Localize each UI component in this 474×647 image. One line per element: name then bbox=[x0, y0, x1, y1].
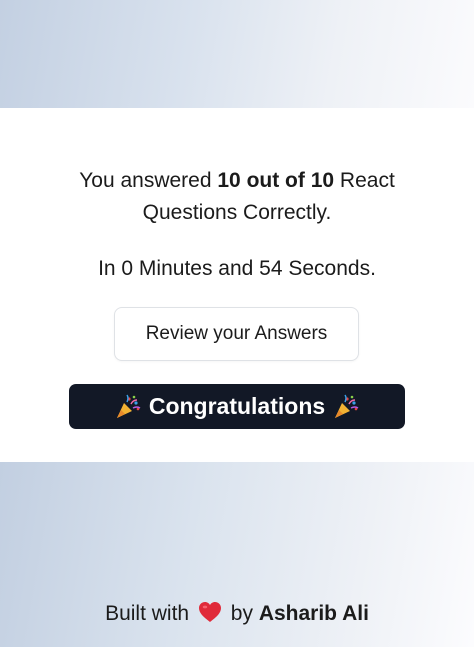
review-answers-label: Review your Answers bbox=[145, 323, 328, 344]
heart-icon bbox=[198, 602, 221, 622]
top-background bbox=[0, 0, 474, 108]
score-line: You answered 10 out of 10 React bbox=[0, 166, 474, 196]
score-prefix: You answered bbox=[79, 169, 212, 192]
score-value: 10 out of 10 bbox=[217, 169, 335, 192]
score-suffix: React bbox=[339, 169, 395, 192]
score-line-2: Questions Correctly. bbox=[142, 201, 332, 224]
party-popper-icon bbox=[335, 394, 359, 418]
review-answers-button[interactable]: Review your Answers bbox=[114, 307, 359, 361]
author-name: Asharib Ali bbox=[258, 602, 369, 625]
time-taken: In 0 Minutes and 54 Seconds. bbox=[98, 257, 376, 280]
footer-credit: Built with by Asharib Ali bbox=[0, 599, 474, 629]
congratulations-banner: Congratulations bbox=[69, 384, 405, 429]
party-popper-icon bbox=[116, 394, 141, 418]
footer-middle: by bbox=[230, 602, 253, 625]
congratulations-label: Congratulations bbox=[148, 393, 326, 419]
footer-prefix: Built with bbox=[105, 602, 190, 625]
